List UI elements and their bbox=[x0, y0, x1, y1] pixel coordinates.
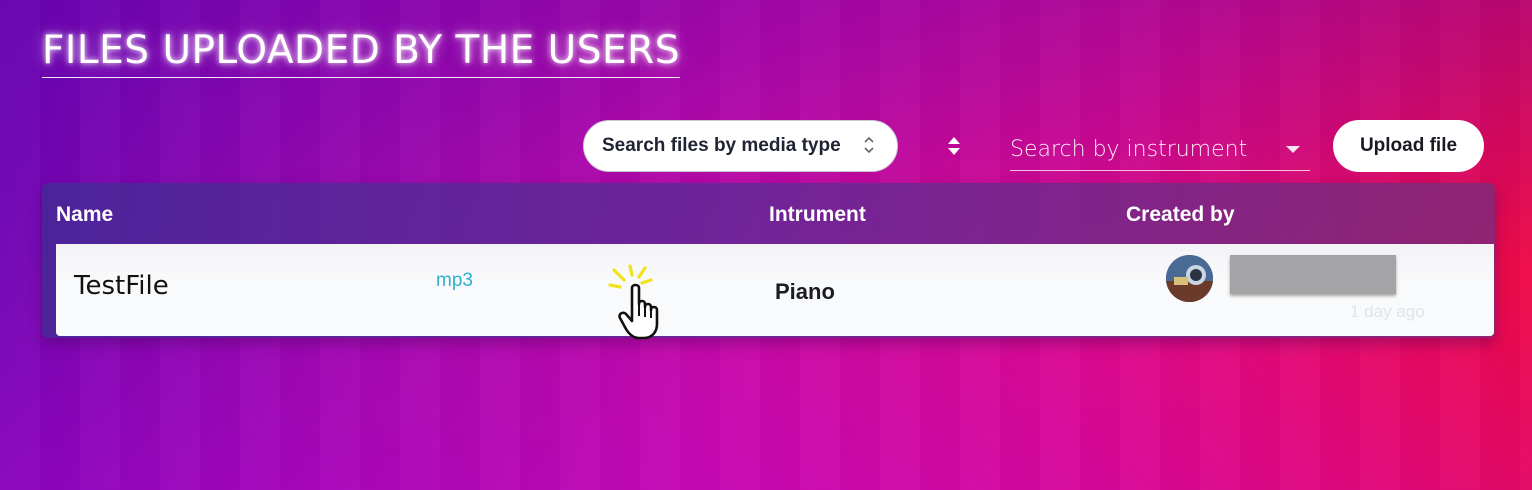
sort-arrows-icon[interactable] bbox=[944, 134, 964, 158]
user-avatar[interactable] bbox=[1166, 255, 1213, 302]
user-name-redacted bbox=[1230, 255, 1396, 294]
media-type-select[interactable]: Search files by media type bbox=[583, 120, 898, 172]
up-down-chevron-icon bbox=[863, 134, 875, 156]
page-title: FILES UPLOADED BY THE USERS bbox=[42, 28, 680, 78]
toolbar: Search files by media type Search by ins… bbox=[0, 120, 1532, 172]
column-header-instrument: Intrument bbox=[769, 203, 866, 226]
table-row[interactable]: TestFile mp3 Piano 1 day ago bbox=[56, 244, 1494, 340]
media-type-select-value: Search files by media type bbox=[602, 135, 841, 156]
dropdown-caret-icon bbox=[1286, 146, 1300, 153]
instrument-value: Piano bbox=[775, 279, 835, 304]
upload-file-button[interactable]: Upload file bbox=[1333, 120, 1484, 172]
file-name[interactable]: TestFile bbox=[74, 271, 169, 301]
column-header-name: Name bbox=[56, 203, 114, 226]
instrument-search-placeholder: Search by instrument bbox=[1010, 137, 1248, 162]
created-time-ago: 1 day ago bbox=[1350, 302, 1425, 321]
files-table: Name Intrument Created by TestFile mp3 P… bbox=[42, 183, 1495, 340]
column-header-created-by: Created by bbox=[1126, 203, 1235, 226]
click-hand-icon[interactable] bbox=[608, 264, 672, 340]
media-type-label: mp3 bbox=[436, 270, 473, 291]
instrument-search-field[interactable]: Search by instrument bbox=[1010, 124, 1310, 171]
